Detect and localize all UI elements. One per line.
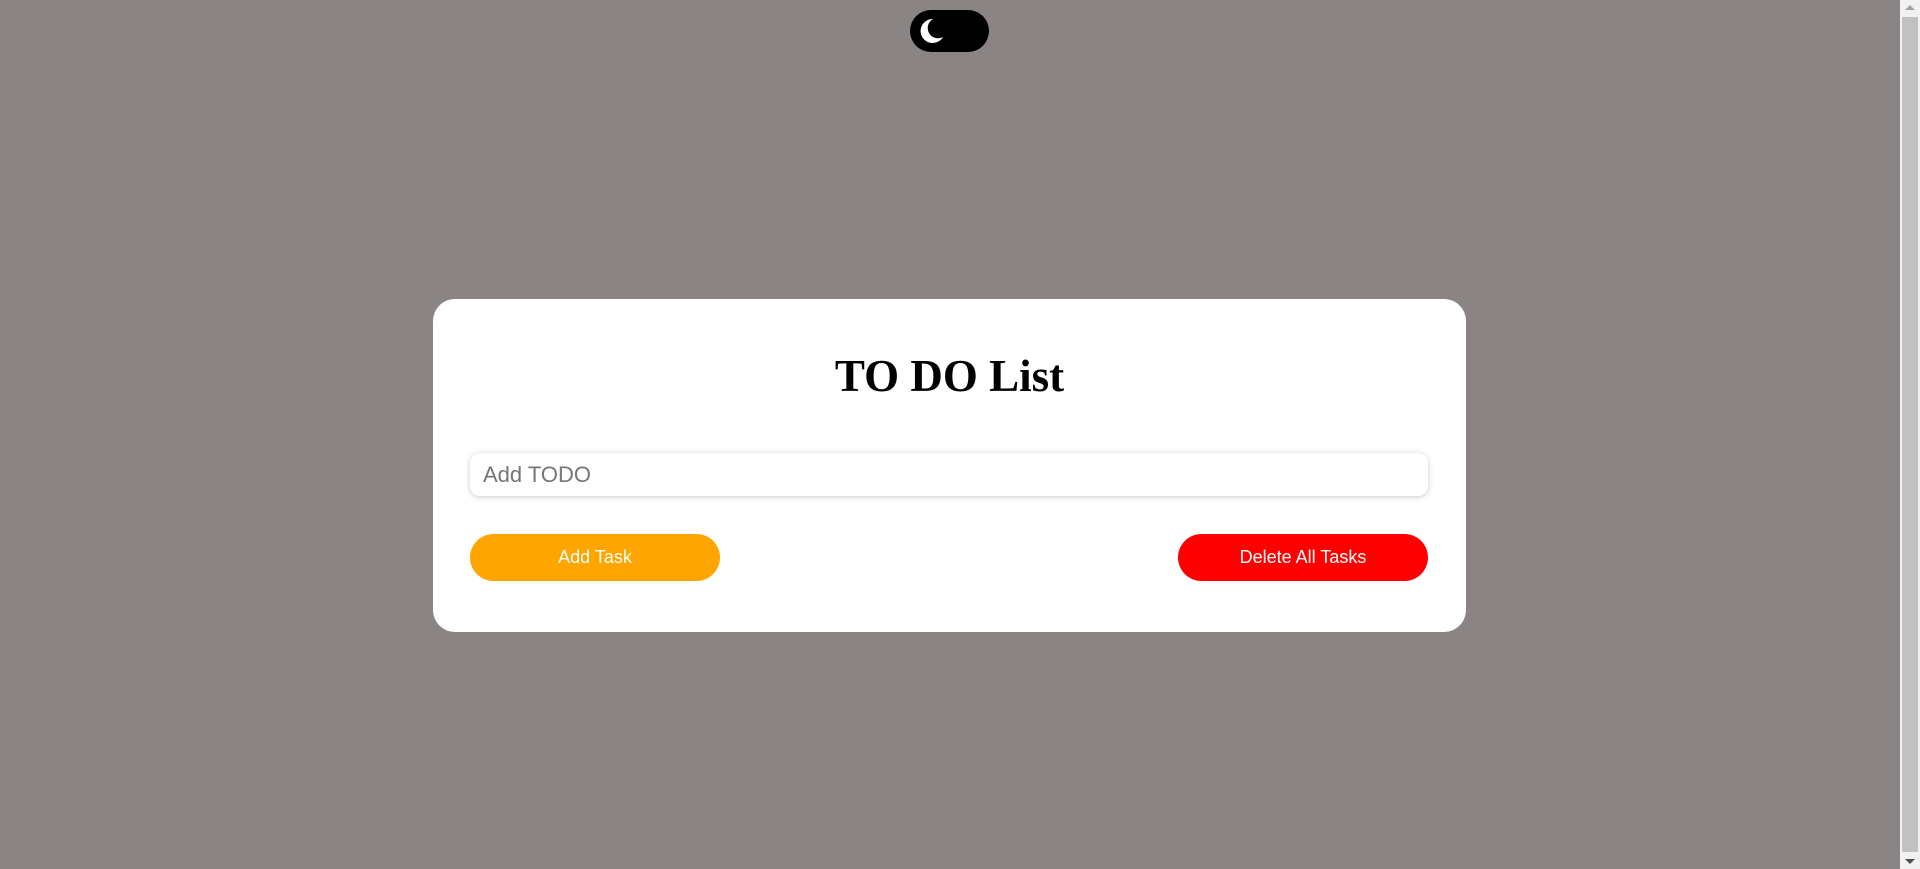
- vertical-scrollbar[interactable]: [1900, 0, 1920, 869]
- page: TO DO List Add Task Delete All Tasks: [0, 0, 1900, 869]
- theme-toggle[interactable]: [910, 10, 989, 52]
- todo-input[interactable]: [470, 453, 1428, 496]
- scroll-up-arrow-icon[interactable]: [1905, 5, 1915, 10]
- scrollbar-thumb[interactable]: [1902, 17, 1918, 852]
- scroll-down-arrow-icon[interactable]: [1905, 859, 1915, 864]
- add-task-button[interactable]: Add Task: [470, 534, 720, 581]
- todo-card: TO DO List Add Task Delete All Tasks: [433, 299, 1466, 632]
- page-title: TO DO List: [834, 351, 1065, 401]
- moon-icon: [916, 16, 946, 46]
- delete-all-tasks-button[interactable]: Delete All Tasks: [1178, 534, 1428, 581]
